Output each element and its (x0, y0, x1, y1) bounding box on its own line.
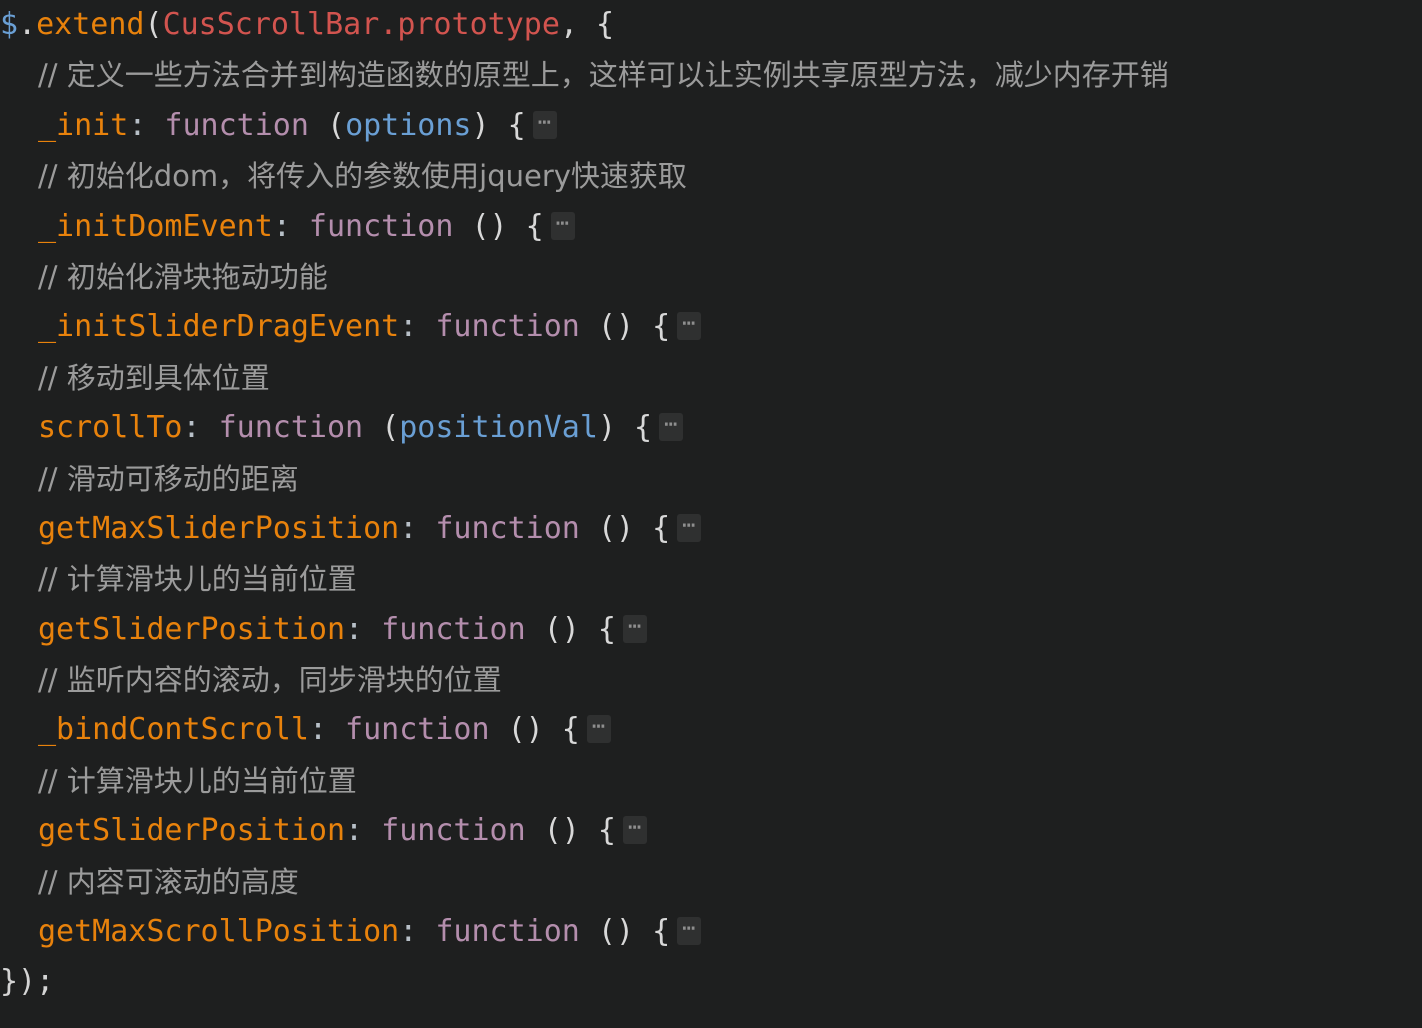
token-keyword-function: function (290, 208, 472, 244)
token-parens: () (507, 712, 544, 748)
token-comma: , (559, 7, 578, 42)
token-property-name: getSliderPosition (38, 813, 346, 849)
code-line[interactable]: getSliderPosition: function () {⋯ (0, 605, 1422, 655)
token-parens: () (543, 611, 580, 647)
token-open-paren: ( (381, 410, 400, 446)
folded-code-marker[interactable]: ⋯ (677, 513, 702, 542)
token-open-brace: { (579, 813, 616, 849)
token-colon: : (308, 712, 327, 748)
token-colon: : (345, 611, 364, 647)
code-line[interactable]: getMaxSliderPosition: function () {⋯ (0, 504, 1422, 554)
code-line[interactable]: // 计算滑块儿的当前位置 (0, 554, 1422, 604)
code-line[interactable]: _init: function (options) {⋯ (0, 101, 1422, 151)
token-property-name: _init (38, 107, 129, 143)
token-colon: : (399, 510, 418, 546)
token-open-brace: { (507, 208, 544, 244)
code-line[interactable]: getSliderPosition: function () {⋯ (0, 806, 1422, 856)
code-line[interactable]: _initSliderDragEvent: function () {⋯ (0, 302, 1422, 352)
token-property-name: _initDomEvent (38, 208, 273, 244)
comment-text: // 内容可滚动的高度 (38, 864, 299, 899)
folded-code-marker[interactable]: ⋯ (622, 614, 648, 643)
comment-text: // 滑动可移动的距离 (38, 461, 299, 496)
token-keyword-function: function (417, 309, 598, 345)
comment-text: // 定义一些方法合并到构造函数的原型上，这样可以让实例共享原型方法，减少内存开… (38, 58, 1169, 93)
token-colon: : (128, 107, 147, 143)
comment-text: // 移动到具体位置 (38, 360, 270, 395)
token-parameter: positionVal (399, 410, 598, 446)
token-open-brace: { (543, 712, 580, 748)
token-colon: : (345, 813, 364, 849)
folded-code-marker[interactable]: ⋯ (622, 816, 648, 845)
token-open-brace: { (634, 309, 671, 345)
comment-text: // 计算滑块儿的当前位置 (38, 763, 357, 798)
folded-code-marker[interactable]: ⋯ (677, 312, 702, 341)
token-keyword-function: function (417, 914, 598, 950)
token-parens: () (597, 309, 635, 345)
token-property-name: _initSliderDragEvent (38, 309, 400, 345)
code-line[interactable]: getMaxScrollPosition: function () {⋯ (0, 907, 1422, 957)
code-line[interactable]: // 移动到具体位置 (0, 353, 1422, 403)
token-property-name: scrollTo (38, 410, 183, 446)
token-open-brace: { (634, 510, 671, 546)
folded-code-marker[interactable]: ⋯ (677, 917, 702, 946)
code-line[interactable]: // 定义一些方法合并到构造函数的原型上，这样可以让实例共享原型方法，减少内存开… (0, 50, 1422, 100)
code-line[interactable]: // 初始化滑块拖动功能 (0, 252, 1422, 302)
token-parens: () (597, 914, 635, 950)
comment-text: // 初始化滑块拖动功能 (38, 259, 328, 294)
code-line[interactable]: // 滑动可移动的距离 (0, 454, 1422, 504)
code-line[interactable]: // 计算滑块儿的当前位置 (0, 756, 1422, 806)
token-keyword-function: function (417, 510, 598, 546)
token-colon: : (182, 410, 201, 446)
token-closing-statement: }); (0, 964, 55, 1000)
comment-text: // 计算滑块儿的当前位置 (38, 562, 357, 597)
token-colon: : (399, 309, 418, 345)
code-line[interactable]: // 监听内容的滚动，同步滑块的位置 (0, 655, 1422, 705)
folded-code-marker[interactable]: ⋯ (586, 715, 612, 744)
code-line[interactable]: $.extend(CusScrollBar.prototype, { (0, 0, 1422, 50)
token-property-name: _bindContScroll (38, 712, 309, 748)
token-open-brace: { (634, 914, 671, 950)
token-open-paren: ( (327, 107, 346, 143)
code-editor-pane[interactable]: $.extend(CusScrollBar.prototype, { // 定义… (0, 0, 1422, 1028)
token-property-name: getMaxSliderPosition (38, 510, 400, 546)
token-dot: . (379, 7, 398, 42)
folded-code-marker[interactable]: ⋯ (532, 110, 557, 139)
token-parens: () (597, 510, 635, 546)
token-open-brace: { (578, 7, 615, 42)
token-prototype: prototype (397, 7, 560, 42)
token-close-paren: ) (471, 107, 490, 143)
token-property-name: getSliderPosition (38, 611, 346, 647)
token-close-paren: ) (597, 410, 616, 446)
token-dot: . (18, 7, 37, 42)
token-keyword-function: function (146, 107, 327, 143)
token-method-extend: extend (36, 7, 145, 42)
folded-code-marker[interactable]: ⋯ (659, 413, 684, 442)
comment-text: // 初始化dom，将传入的参数使用jquery快速获取 (38, 159, 687, 194)
token-keyword-function: function (363, 611, 544, 647)
token-variable: $ (0, 7, 19, 42)
token-open-paren: ( (144, 7, 163, 42)
token-open-brace: { (489, 107, 526, 143)
token-class-name: CusScrollBar (162, 7, 380, 42)
code-line[interactable]: }); (0, 957, 1422, 1007)
code-line[interactable]: // 初始化dom，将传入的参数使用jquery快速获取 (0, 151, 1422, 201)
folded-code-marker[interactable]: ⋯ (550, 211, 575, 240)
code-line[interactable]: _initDomEvent: function () {⋯ (0, 202, 1422, 252)
token-parameter: options (345, 107, 472, 143)
code-line[interactable]: _bindContScroll: function () {⋯ (0, 705, 1422, 755)
token-open-brace: { (579, 611, 616, 647)
token-colon: : (272, 208, 291, 244)
token-property-name: getMaxScrollPosition (38, 914, 400, 950)
token-parens: () (471, 208, 508, 244)
code-line[interactable]: // 内容可滚动的高度 (0, 857, 1422, 907)
token-keyword-function: function (200, 410, 382, 446)
comment-text: // 监听内容的滚动，同步滑块的位置 (38, 663, 502, 698)
token-colon: : (399, 914, 418, 950)
token-parens: () (543, 813, 580, 849)
token-keyword-function: function (363, 813, 544, 849)
token-open-brace: { (616, 410, 653, 446)
code-line[interactable]: scrollTo: function (positionVal) {⋯ (0, 403, 1422, 453)
token-keyword-function: function (327, 712, 508, 748)
